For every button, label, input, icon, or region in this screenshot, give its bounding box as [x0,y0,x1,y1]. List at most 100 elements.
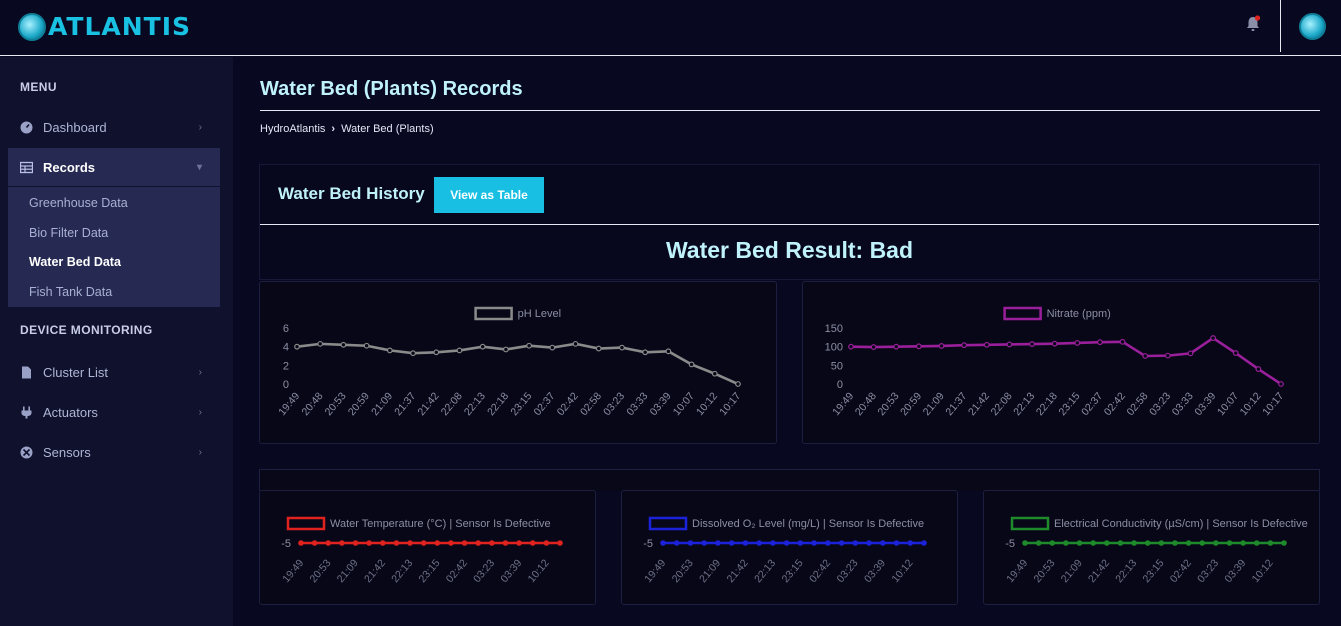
sidebar-item-cluster-list[interactable]: Cluster List › [8,353,220,391]
x-tick-label: 03:23 [1195,557,1221,585]
x-tick-label: 23:15 [1057,390,1083,418]
plug-icon [21,406,32,418]
x-tick-label: 19:49 [276,390,302,418]
x-tick-label: 20:53 [323,390,349,418]
data-point [1278,381,1284,387]
x-tick-label: 03:39 [1222,557,1248,585]
sidebar-item-label: Records [43,159,96,175]
data-point [742,540,749,546]
y-tick-label: 0 [283,379,289,391]
result-heading: Water Bed Result: Bad [665,237,914,263]
sidebar-item-dashboard[interactable]: Dashboard › [8,108,220,146]
data-point [1097,339,1103,346]
x-tick-label: 02:58 [578,390,604,418]
x-tick-label: 20:48 [853,390,879,418]
data-point [1226,540,1233,546]
data-point [1253,540,1260,546]
sidebar-item-records[interactable]: Records ▾ [8,148,220,186]
avatar[interactable] [1299,13,1326,40]
data-point [665,348,672,355]
data-point [770,540,776,546]
x-tick-label: 22:13 [1011,390,1037,418]
x-tick-label: 10:12 [1250,557,1276,585]
breadcrumb-home-link[interactable]: HydroAtlantis [260,123,325,135]
sidebar-item-sensors[interactable]: Sensors › [8,433,220,471]
data-point [393,540,400,546]
x-tick-label: 03:23 [471,557,497,585]
data-point [475,540,482,546]
data-point [1035,540,1042,546]
data-point [1232,350,1239,356]
view-as-table-button[interactable]: View as Table [434,177,544,213]
data-point [1172,540,1178,546]
x-tick-label: 21:09 [1059,557,1085,585]
data-point [479,343,486,350]
x-tick-label: 02:42 [444,557,470,585]
submenu-item-waterbed[interactable]: Water Bed Data [29,255,121,269]
breadcrumb-current: Water Bed (Plants) [341,123,434,135]
x-tick-label: 23:15 [1141,557,1167,585]
x-tick-label: 21:37 [392,390,418,418]
data-point [797,540,804,546]
x-tick-label: 02:42 [807,557,833,585]
x-tick-label: 21:42 [362,557,388,585]
y-tick-label: 6 [283,323,289,335]
data-point [595,345,602,352]
submenu-item-biofilter[interactable]: Bio Filter Data [29,226,108,240]
x-tick-label: 03:23 [1147,390,1173,418]
sidebar-item-label: Cluster List [43,364,109,380]
data-point [489,540,495,546]
data-point [456,347,463,354]
data-point [783,540,790,546]
x-tick-label: 02:58 [1124,390,1150,418]
nitrate-chart: Nitrate (ppm) 0 50 100 150 19:4920:4820:5320:… [825,306,1286,418]
y-tick-label: 150 [825,323,843,335]
data-point [340,341,347,348]
legend-swatch [1010,516,1050,531]
data-point [1255,366,1262,372]
sidebar-item-label: Actuators [43,404,98,420]
legend-label: Electrical Conductivity (µS/cm) | Sensor… [1054,518,1308,530]
data-point [825,540,831,546]
bell-icon[interactable] [1245,15,1261,33]
y-tick-label: 100 [825,342,843,354]
x-tick-label: 10:12 [889,557,915,585]
data-point [1210,335,1217,341]
ph-level-chart: pH Level024619:4920:4820:5320:5921:0921:… [276,306,743,418]
x-tick-label: 20:53 [1031,557,1057,585]
data-point [516,540,522,546]
data-point [1006,341,1013,348]
submenu-item-fishtank[interactable]: Fish Tank Data [29,285,112,299]
x-tick-label: 22:18 [485,390,511,418]
data-point [756,540,762,546]
chevron-right-icon: › [198,121,202,133]
x-tick-label: 03:39 [1192,390,1218,418]
logo[interactable]: ATLANTIS [18,12,191,41]
data-point [1213,540,1219,546]
legend-label: pH Level [518,308,561,320]
data-point [461,540,468,546]
data-point [1158,540,1165,546]
data-point [852,540,859,546]
data-point [529,540,536,546]
x-tick-label: 03:39 [498,557,524,585]
legend-swatch [474,306,513,321]
data-point [711,370,718,377]
x-tick-label: 20:48 [299,390,325,418]
menu-heading: MENU [20,80,57,94]
chevron-down-icon: ▾ [196,161,202,173]
data-point [1119,338,1126,345]
data-point [848,343,854,350]
page-title: Water Bed (Plants) Records [260,78,523,100]
data-point [1144,540,1151,546]
data-point [311,540,318,546]
x-tick-label: 21:42 [1086,557,1112,585]
sidebar-item-actuators[interactable]: Actuators › [8,393,220,431]
x-tick-label: 23:15 [780,557,806,585]
x-tick-label: 21:42 [725,557,751,585]
x-tick-label: 10:07 [1215,390,1241,418]
submenu-item-greenhouse[interactable]: Greenhouse Data [29,196,128,210]
data-point [735,381,741,387]
x-tick-label: 03:39 [862,557,888,585]
y-tick-label: 4 [283,342,289,354]
